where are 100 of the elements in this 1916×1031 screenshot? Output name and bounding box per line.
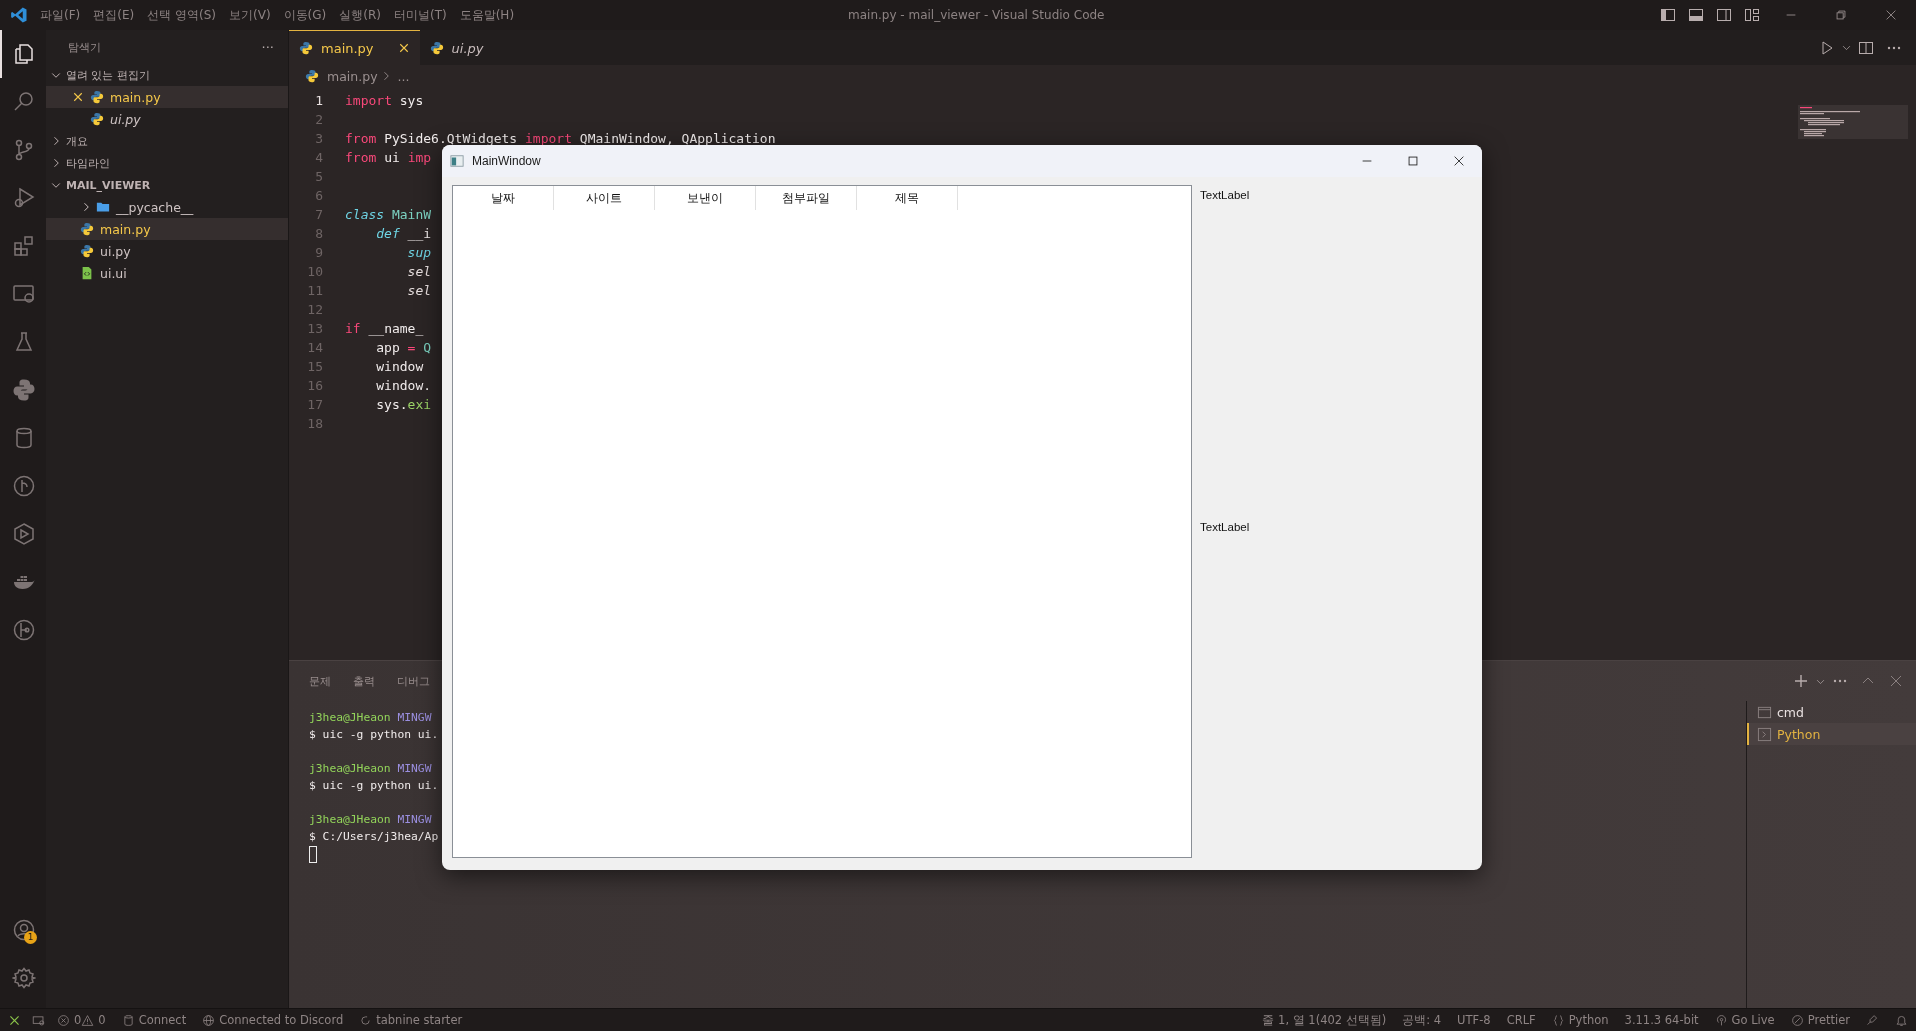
warning-icon [81, 1013, 95, 1027]
status-item[interactable]: CRLF [1506, 1013, 1536, 1027]
plus-icon[interactable] [1793, 673, 1809, 689]
terminal-command: $ uic -g python ui. [309, 728, 439, 741]
file-item[interactable]: ui.ui [46, 262, 288, 284]
line-number: 7 [314, 207, 323, 222]
panel-layout-icon[interactable] [1688, 7, 1704, 23]
panel-tab[interactable]: 문제 [309, 673, 331, 689]
menu-item[interactable]: 선택 영역(S) [147, 6, 216, 24]
terminal-command: $ C:/Users/j3hea/Ap [309, 830, 439, 843]
menu-item[interactable]: 파일(F) [40, 6, 81, 24]
code-line: app = Q [375, 340, 432, 355]
problems-status[interactable]: 0 0 [57, 1013, 106, 1027]
panel-tab[interactable]: 디버그 [397, 673, 430, 689]
section-header[interactable]: 타임라인 [46, 152, 288, 174]
menu-item[interactable]: 도움말(H) [459, 6, 515, 24]
breadcrumb-item[interactable]: main.py [327, 68, 378, 84]
line-number: 15 [306, 359, 323, 374]
line-number: 10 [306, 264, 323, 279]
code-line: from ui imp [345, 150, 432, 165]
column-header[interactable]: 사이트 [554, 186, 655, 210]
column-header[interactable]: 보낸이 [655, 186, 756, 210]
app-logo-icon [10, 6, 28, 24]
file-item[interactable]: ui.py [46, 240, 288, 262]
status-item[interactable]: tabnine starter [359, 1013, 463, 1027]
sidebar-title: 탐색기 [68, 39, 101, 55]
monitor-icon[interactable] [32, 1013, 45, 1027]
extensions-icon[interactable] [12, 234, 36, 258]
account-icon[interactable] [12, 918, 36, 942]
git-circle-icon[interactable] [12, 474, 36, 498]
panel-tab[interactable]: 출력 [353, 673, 375, 689]
close-icon[interactable] [397, 42, 410, 54]
editor-tab[interactable]: ui.py [419, 30, 494, 65]
close-icon[interactable] [1452, 154, 1466, 168]
section-header[interactable]: MAIL_VIEWER [46, 174, 288, 196]
status-item[interactable]: Go Live [1714, 1013, 1775, 1027]
status-item[interactable]: 줄 1, 열 1(402 선택됨) [1262, 1012, 1387, 1028]
section-header[interactable]: 개요 [46, 130, 288, 152]
feedback-icon[interactable] [1866, 1013, 1879, 1027]
line-number: 3 [314, 131, 323, 146]
line-number: 5 [314, 169, 323, 184]
line-number: 16 [306, 378, 323, 393]
breadcrumb-item[interactable]: ... [397, 68, 410, 84]
terminal-cursor [309, 845, 317, 863]
code-file-icon [80, 266, 94, 280]
monitor-icon[interactable] [12, 282, 36, 306]
split-layout-icon[interactable] [1716, 7, 1732, 23]
play-bug-icon[interactable] [12, 186, 36, 210]
editor-tab[interactable]: main.py [289, 30, 420, 65]
status-item[interactable]: Connected to Discord [202, 1013, 344, 1027]
close-icon[interactable] [1884, 8, 1898, 22]
status-item[interactable]: Connect [121, 1013, 187, 1027]
python-file-icon [80, 222, 94, 236]
line-number: 12 [306, 302, 323, 317]
error-icon [57, 1013, 70, 1027]
split-editor-icon[interactable] [1858, 39, 1874, 56]
column-header[interactable]: 첨부파일 [756, 186, 857, 210]
code-line: window [375, 359, 424, 374]
file-item[interactable]: main.py [46, 218, 288, 240]
braces-icon [1551, 1013, 1565, 1027]
column-header[interactable]: 날짜 [453, 186, 554, 210]
menu-item[interactable]: 실행(R) [339, 6, 381, 24]
terminal-item[interactable]: Python [1747, 723, 1916, 745]
python-icon[interactable] [12, 378, 36, 402]
column-header[interactable]: 제목 [857, 186, 958, 210]
more-actions-button[interactable]: ··· [261, 39, 274, 55]
file-item[interactable]: ui.py [46, 108, 288, 130]
line-number: 11 [306, 283, 323, 298]
section-header[interactable]: 열려 있는 편집기 [46, 64, 288, 86]
bell-icon[interactable] [1895, 1013, 1908, 1027]
status-item[interactable]: 공백: 4 [1402, 1012, 1442, 1028]
maximize-icon[interactable] [1406, 154, 1420, 168]
console-icon [1757, 704, 1772, 720]
status-item[interactable]: 3.11.3 64-bit [1624, 1013, 1699, 1027]
line-number: 13 [306, 321, 323, 336]
status-item[interactable]: UTF-8 [1457, 1013, 1491, 1027]
code-line: sys.exi [375, 397, 432, 412]
terminal-icon [1757, 726, 1772, 742]
terminal-user: j3hea@JHeaon [309, 762, 391, 775]
hexagon-icon[interactable] [12, 522, 36, 546]
file-item[interactable]: main.py [46, 86, 288, 108]
commit-circle-icon[interactable] [12, 618, 36, 642]
settings-icon[interactable] [12, 966, 36, 990]
loop-icon [359, 1013, 373, 1027]
files-icon[interactable] [12, 42, 36, 66]
status-item[interactable]: Python [1551, 1013, 1609, 1027]
restore-icon[interactable] [1834, 8, 1848, 22]
status-item[interactable]: Prettier [1790, 1013, 1850, 1027]
window-title: MainWindow [472, 154, 541, 168]
close-icon[interactable] [72, 91, 84, 103]
file-item[interactable]: __pycache__ [46, 196, 288, 218]
run-icon[interactable] [1819, 39, 1835, 56]
menu-item[interactable]: 이동(G) [283, 6, 327, 24]
line-number: 1 [314, 93, 323, 108]
terminal-item[interactable]: cmd [1747, 701, 1916, 723]
menu-item[interactable]: 보기(V) [229, 6, 271, 24]
menu-item[interactable]: 편집(E) [93, 6, 135, 24]
menu-item[interactable]: 터미널(T) [393, 6, 447, 24]
sidebar-layout-icon[interactable] [1660, 7, 1676, 23]
layout-grid-icon[interactable] [1744, 7, 1760, 23]
